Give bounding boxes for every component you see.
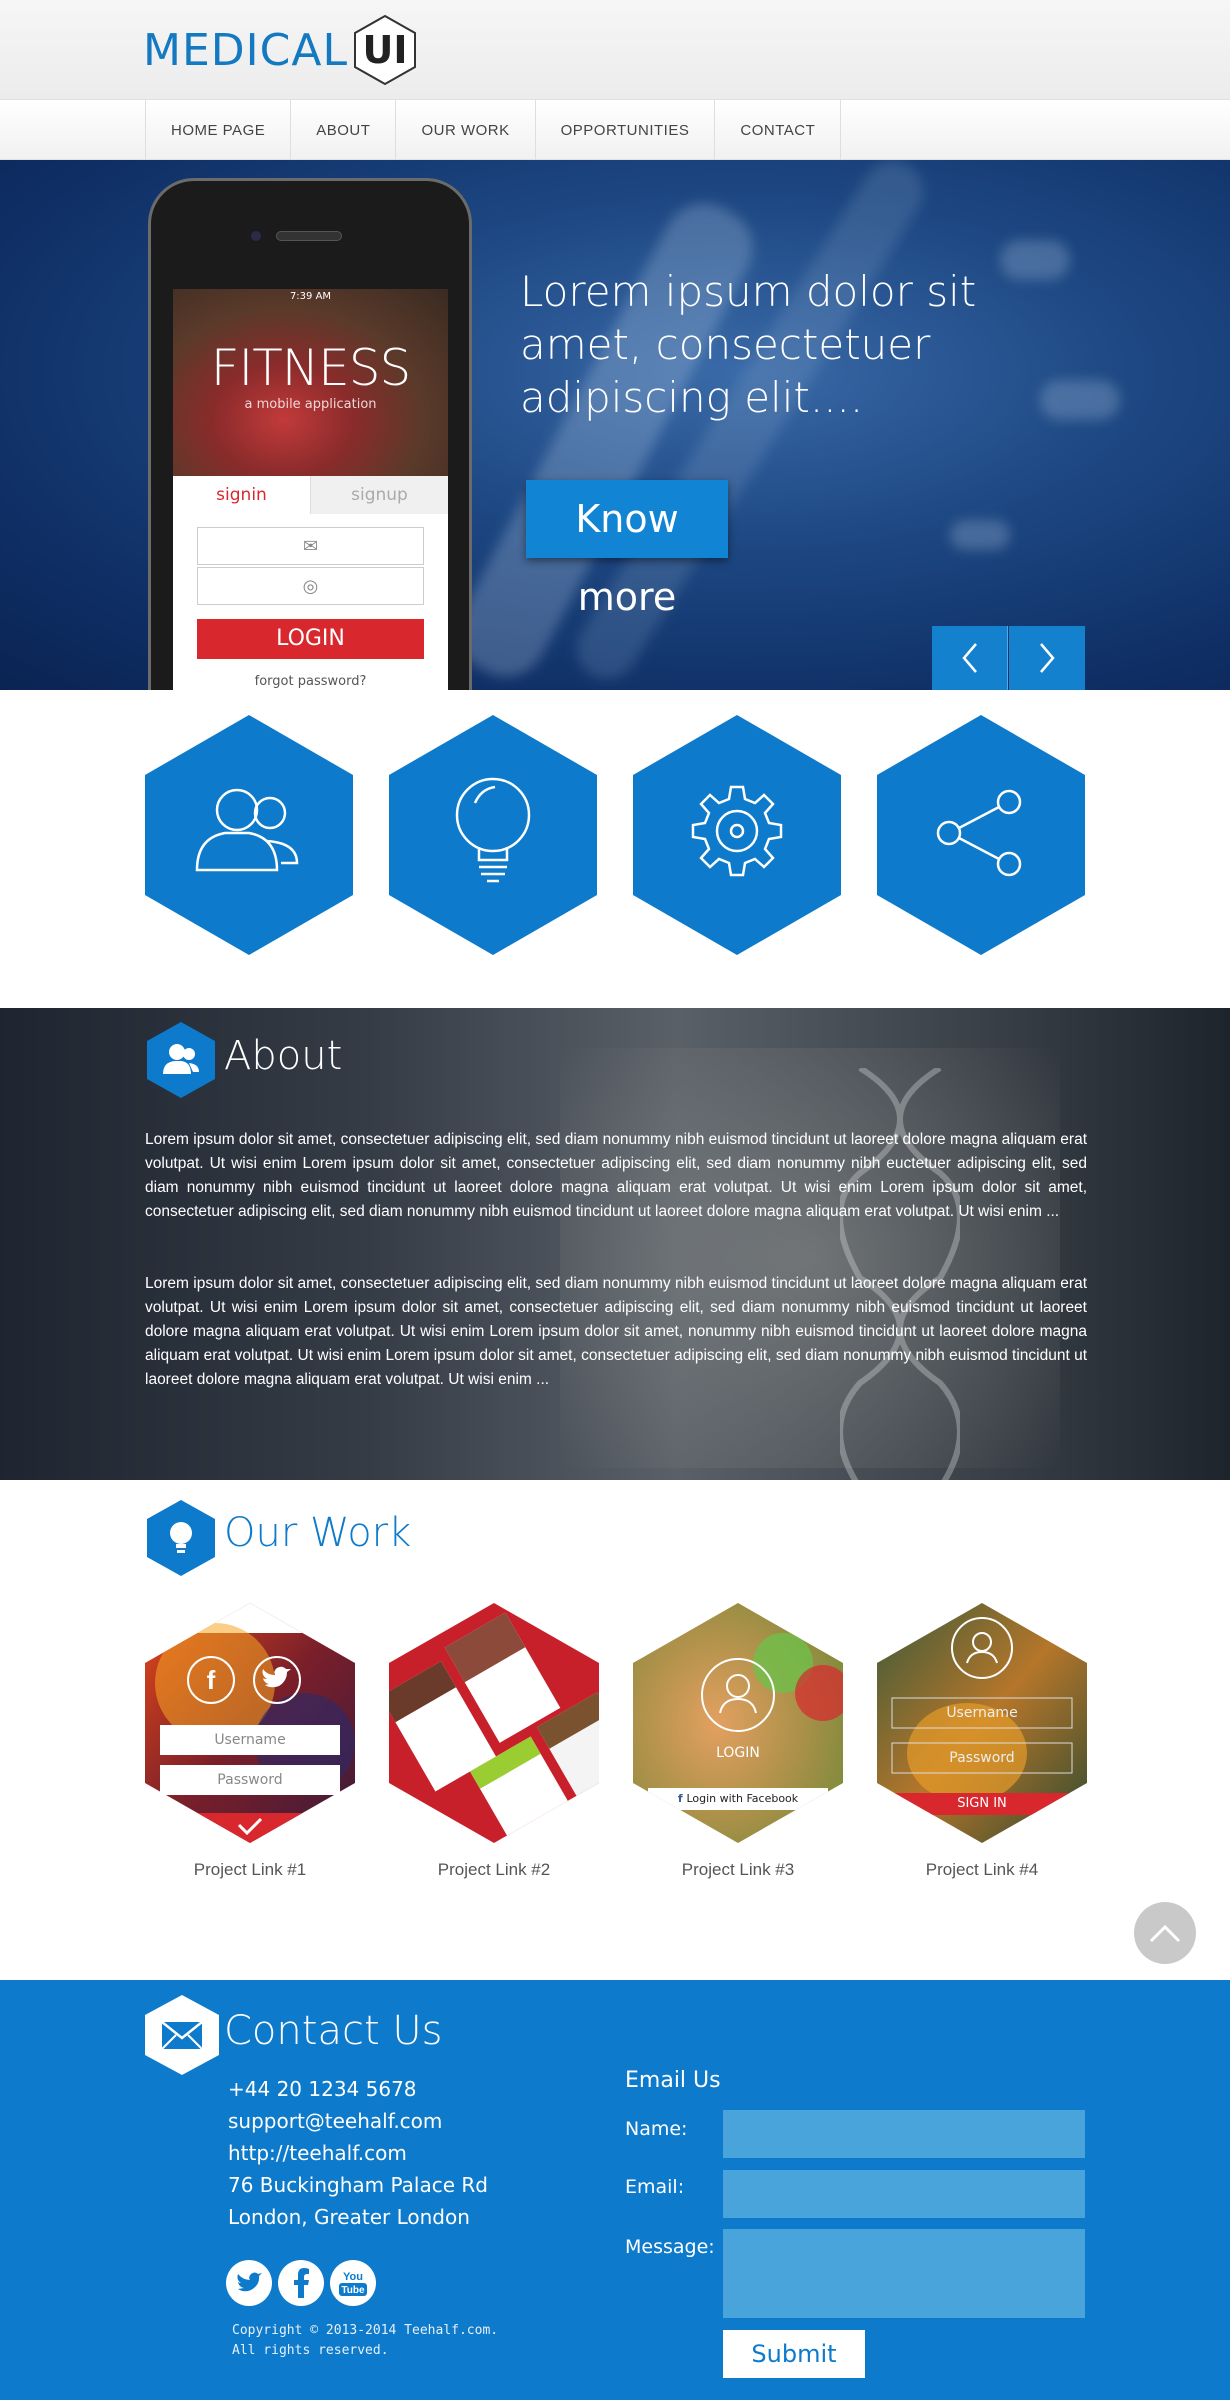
tab-signup[interactable]: signup	[310, 476, 448, 514]
project-3-login: LOGIN	[716, 1745, 760, 1761]
name-field[interactable]	[723, 2110, 1085, 2158]
hero-headline: Lorem ipsum dolor sit amet, consectetuer…	[520, 267, 977, 422]
about-paragraph-2: Lorem ipsum dolor sit amet, consectetuer…	[145, 1275, 1087, 1388]
main-nav: HOME PAGE ABOUT OUR WORK OPPORTUNITIES C…	[0, 100, 1230, 160]
contact-email[interactable]: support@teehalf.com	[228, 2109, 442, 2133]
nav-opportunities[interactable]: OPPORTUNITIES	[534, 100, 715, 160]
copyright-line-1: Copyright © 2013-2014 Teehalf.com.	[232, 2323, 499, 2338]
project-1-password: Password	[217, 1772, 283, 1788]
chevron-left-icon	[961, 643, 977, 673]
phone-mockup: 7:39 AM FITNESS a mobile application sig…	[148, 178, 472, 690]
know-more-button[interactable]: Know more	[526, 480, 728, 619]
contact-address-line1: 76 Buckingham Palace Rd	[228, 2173, 488, 2197]
project-3-facebook: f Login with Facebook	[648, 1788, 828, 1810]
hero-bg-streak	[1000, 240, 1070, 280]
phone-password-field[interactable]: ◎	[197, 567, 424, 605]
contact-address-line2: London, Greater London	[228, 2205, 470, 2229]
project-4-signin: SIGN IN	[957, 1796, 1007, 1811]
project-card-1[interactable]: f Username Password	[145, 1603, 355, 1843]
tab-signin[interactable]: signin	[173, 476, 310, 514]
site-logo[interactable]: MEDICAL UI	[143, 14, 418, 86]
facebook-icon	[294, 2268, 309, 2298]
our-work-title: Our Work	[224, 1510, 412, 1556]
contact-title: Contact Us	[224, 2008, 443, 2054]
chevron-up-icon	[1149, 1924, 1181, 1943]
envelope-icon: ✉	[302, 535, 319, 557]
phone-forgot-link[interactable]: forgot password?	[173, 674, 448, 689]
phone-status-time: 7:39 AM	[289, 291, 332, 302]
feature-settings[interactable]	[633, 715, 841, 955]
fitness-subtitle: a mobile application	[244, 397, 377, 412]
slider-next-button[interactable]	[1009, 626, 1085, 690]
feature-ideas[interactable]	[389, 715, 597, 955]
svg-text:f: f	[207, 1665, 216, 1695]
project-4-username: Username	[946, 1705, 1018, 1721]
name-label: Name:	[625, 2118, 688, 2140]
project-1-username: Username	[214, 1732, 286, 1748]
about-section-icon	[145, 1020, 217, 1100]
our-work-section-icon	[145, 1498, 217, 1578]
logo-badge: UI	[352, 14, 418, 86]
svg-text:Tube: Tube	[341, 2285, 365, 2296]
feature-users[interactable]	[145, 715, 353, 955]
chevron-right-icon	[1040, 643, 1055, 673]
project-link-4[interactable]: Project Link #4	[877, 1860, 1087, 1880]
email-field[interactable]	[723, 2170, 1085, 2218]
features-section	[0, 690, 1230, 1008]
contact-section-icon	[143, 1993, 221, 2077]
about-paragraph-1: Lorem ipsum dolor sit amet, consectetuer…	[145, 1131, 1087, 1220]
message-field[interactable]	[723, 2229, 1085, 2318]
project-link-1[interactable]: Project Link #1	[145, 1860, 355, 1880]
phone-login-button[interactable]: LOGIN	[197, 619, 424, 659]
slider-prev-button[interactable]	[932, 626, 1008, 690]
envelope-icon	[161, 2021, 203, 2050]
contact-website[interactable]: http://teehalf.com	[228, 2141, 407, 2165]
project-link-3[interactable]: Project Link #3	[633, 1860, 843, 1880]
email-form-title: Email Us	[625, 2068, 721, 2093]
nav-about[interactable]: ABOUT	[290, 100, 395, 160]
submit-button[interactable]: Submit	[723, 2330, 865, 2378]
project-card-4[interactable]: Username Password SIGN IN	[877, 1603, 1087, 1843]
fitness-banner: 7:39 AM FITNESS a mobile application	[173, 289, 448, 476]
about-bg-glow	[560, 1048, 1060, 1468]
email-label: Email:	[625, 2176, 685, 2198]
site-header: MEDICAL UI	[0, 0, 1230, 100]
about-title: About	[224, 1033, 343, 1079]
feature-share[interactable]	[877, 715, 1085, 955]
project-link-2[interactable]: Project Link #2	[389, 1860, 599, 1880]
hero-banner: 7:39 AM FITNESS a mobile application sig…	[0, 160, 1230, 690]
fitness-title: FITNESS	[210, 339, 412, 397]
phone-camera	[251, 231, 261, 241]
hero-bg-streak	[950, 520, 1010, 550]
youtube-social-button[interactable]: You Tube	[330, 2260, 376, 2306]
nav-our-work[interactable]: OUR WORK	[395, 100, 534, 160]
project-3-facebook-label: Login with Facebook	[686, 1792, 799, 1805]
nav-home[interactable]: HOME PAGE	[145, 100, 290, 160]
youtube-icon: You Tube	[339, 2271, 367, 2296]
project-4-password: Password	[949, 1750, 1015, 1766]
project-1-thumbnail: f	[145, 1603, 355, 1843]
nav-contact[interactable]: CONTACT	[714, 100, 842, 160]
twitter-icon	[237, 2272, 262, 2292]
logo-text: MEDICAL	[143, 24, 348, 76]
facebook-social-button[interactable]	[278, 2260, 324, 2306]
project-2-thumbnail	[389, 1603, 599, 1843]
message-label: Message:	[625, 2236, 715, 2258]
phone-tabs: signin signup	[173, 476, 448, 514]
back-to-top-button[interactable]	[1134, 1902, 1196, 1964]
phone-email-field[interactable]: ✉	[197, 527, 424, 565]
twitter-social-button[interactable]	[226, 2260, 272, 2306]
project-card-2[interactable]	[389, 1603, 599, 1843]
logo-badge-text: UI	[362, 28, 408, 72]
project-card-3[interactable]: LOGIN f Login with Facebook	[633, 1603, 843, 1843]
svg-text:You: You	[343, 2271, 363, 2283]
phone-speaker	[276, 231, 342, 241]
phone-screen: 7:39 AM FITNESS a mobile application sig…	[173, 289, 448, 690]
copyright-line-2: All rights reserved.	[232, 2343, 389, 2358]
contact-phone[interactable]: +44 20 1234 5678	[228, 2077, 417, 2101]
hero-bg-streak	[1040, 380, 1120, 420]
fingerprint-icon: ◎	[302, 575, 319, 597]
